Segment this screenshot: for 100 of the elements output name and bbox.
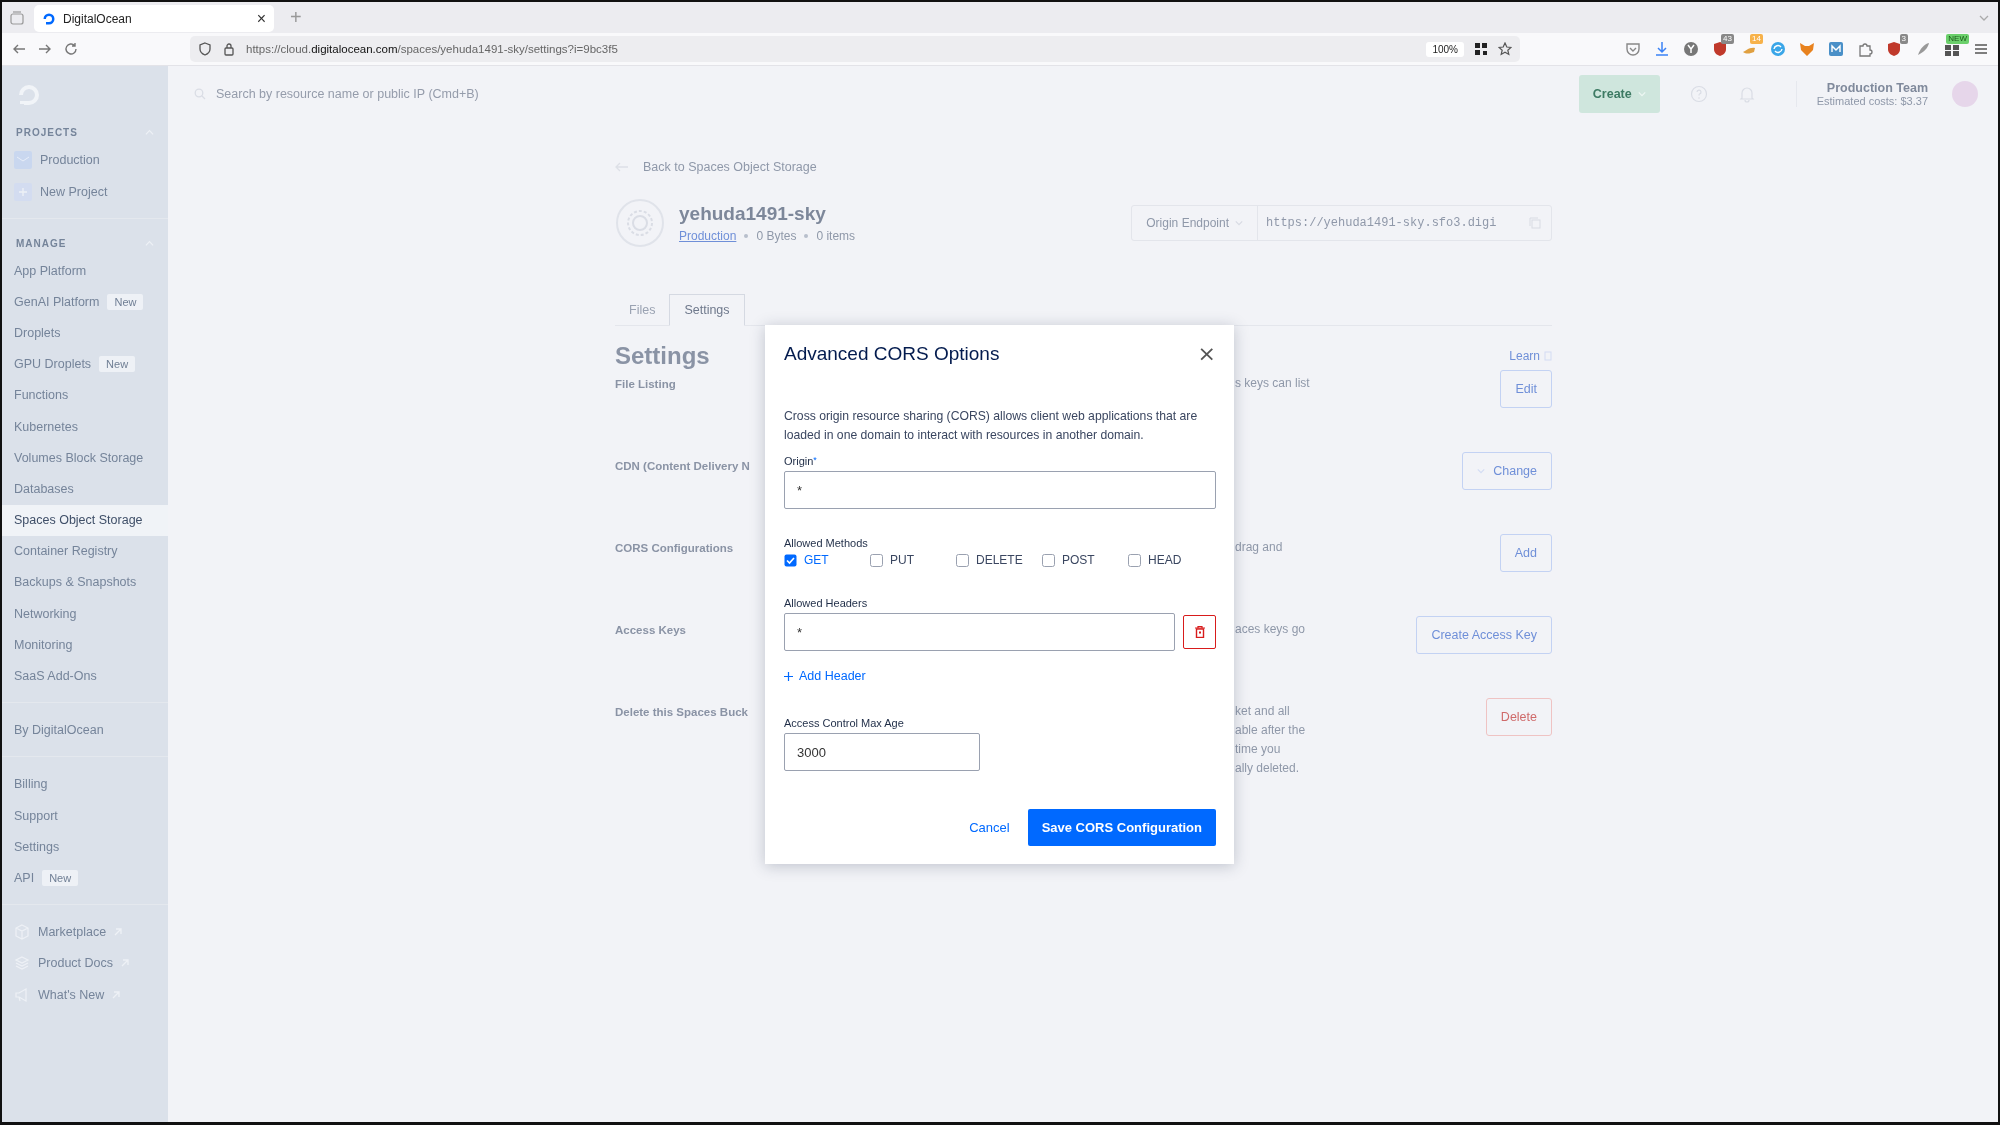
- count-badge: 43: [1721, 34, 1734, 44]
- save-button[interactable]: Save CORS Configuration: [1027, 809, 1216, 846]
- endpoint-url: https://yehuda1491-sky.sfo3.digi: [1265, 215, 1498, 232]
- checkbox-label[interactable]: HEAD: [1148, 553, 1182, 567]
- checkbox[interactable]: [784, 553, 797, 567]
- nav-item[interactable]: Functions: [2, 379, 168, 411]
- puzzle-icon[interactable]: [1856, 40, 1874, 58]
- external-link[interactable]: What's New: [38, 987, 105, 1002]
- origin-input-field[interactable]: *: [784, 471, 1216, 509]
- delete-header-button[interactable]: [1183, 615, 1216, 649]
- setting-button[interactable]: Edit: [1500, 370, 1552, 408]
- favicon-icon: [42, 11, 56, 26]
- back-link[interactable]: Back to Spaces Object Storage: [643, 160, 817, 174]
- sync-icon[interactable]: [1769, 40, 1787, 58]
- setting-description: aces keys go: [1235, 621, 1307, 638]
- trash-icon: [1194, 626, 1205, 638]
- setting-button[interactable]: Change: [1462, 452, 1552, 490]
- pocket-icon[interactable]: [1624, 40, 1642, 58]
- checkbox[interactable]: [1042, 553, 1055, 567]
- zoom-level-button[interactable]: 100%: [1426, 41, 1464, 57]
- shield-icon: [198, 42, 212, 56]
- external-link[interactable]: Marketplace: [38, 925, 107, 940]
- caret-icon: [1477, 467, 1486, 475]
- nav-item[interactable]: Databases: [2, 473, 168, 505]
- cancel-button[interactable]: Cancel: [963, 814, 1016, 841]
- count-badge: NEW: [1946, 34, 1969, 44]
- external-link[interactable]: Product Docs: [38, 956, 114, 971]
- plus-icon: [784, 671, 793, 681]
- fox-icon[interactable]: [1798, 40, 1816, 58]
- checkbox-label[interactable]: POST: [1062, 553, 1095, 567]
- caret-icon: [1637, 90, 1646, 98]
- checkbox-label[interactable]: PUT: [890, 553, 914, 567]
- plus-icon: [14, 183, 32, 201]
- max-age-input-field[interactable]: 3000: [784, 733, 980, 771]
- download-icon[interactable]: [1653, 40, 1671, 58]
- checkbox-label[interactable]: GET: [804, 553, 829, 567]
- setting-description: ally deleted.: [1235, 760, 1301, 777]
- nav-item[interactable]: Networking: [2, 598, 168, 630]
- create-button[interactable]: Create: [1578, 75, 1660, 113]
- nav-item[interactable]: Billing: [14, 777, 48, 792]
- shield-icon[interactable]: [1711, 40, 1729, 58]
- dialog-title: Advanced CORS Options: [784, 343, 1000, 365]
- url-text: https://cloud.digitalocean.com/spaces/yehuda1491-sky/settings?i=9bc3f5: [246, 43, 619, 55]
- checkbox-label[interactable]: DELETE: [976, 553, 1023, 567]
- back-icon[interactable]: [12, 42, 26, 56]
- square-app-icon[interactable]: [1827, 40, 1845, 58]
- project-link[interactable]: Production: [40, 153, 100, 167]
- nav-item[interactable]: Container Registry: [2, 535, 168, 567]
- dialog-description: Cross origin resource sharing (CORS) allows client web applications that are loaded in one domain to interact with resources in another domain.: [784, 408, 1199, 444]
- nav-item[interactable]: Spaces Object Storage: [2, 504, 168, 536]
- count-badge: 3: [1899, 34, 1908, 44]
- add-header-link[interactable]: Add Header: [784, 669, 866, 683]
- setting-title: CDN (Content Delivery N: [615, 459, 750, 472]
- nav-item[interactable]: SaaS Add-Ons: [2, 660, 168, 692]
- nav-item[interactable]: Support: [14, 808, 58, 823]
- nav-item[interactable]: Volumes Block Storage: [2, 442, 168, 474]
- qr-code-icon[interactable]: [1474, 42, 1488, 56]
- project-link[interactable]: Production: [679, 229, 737, 243]
- checkbox[interactable]: [1128, 553, 1141, 567]
- close-button[interactable]: ×: [1197, 344, 1216, 364]
- setting-title: Delete this Spaces Buck: [615, 705, 748, 718]
- nav-item[interactable]: App Platform: [2, 255, 168, 287]
- tab[interactable]: Settings: [669, 294, 745, 326]
- new-tab-button[interactable]: +: [284, 5, 308, 30]
- endpoint-dropdown[interactable]: Origin Endpoint: [1132, 206, 1258, 240]
- setting-button[interactable]: Create Access Key: [1416, 616, 1552, 654]
- tab[interactable]: Files: [615, 294, 670, 325]
- nav-item[interactable]: GenAI Platform New: [2, 286, 168, 318]
- browser-tab[interactable]: DigitalOcean ×: [34, 5, 274, 32]
- setting-button[interactable]: Add: [1499, 534, 1552, 572]
- page-heading: Settings: [615, 342, 710, 370]
- setting-title: CORS Configurations: [615, 541, 734, 554]
- nav-item[interactable]: By DigitalOcean: [14, 723, 104, 738]
- checkbox[interactable]: [870, 553, 883, 567]
- learn-link[interactable]: Learn: [1509, 349, 1540, 363]
- shield-icon[interactable]: [1885, 40, 1903, 58]
- project-link[interactable]: New Project: [40, 185, 108, 199]
- team-name[interactable]: Production Team: [1826, 81, 1928, 95]
- checkbox[interactable]: [956, 553, 969, 567]
- letter-circle-icon[interactable]: [1682, 40, 1700, 58]
- nav-item[interactable]: Droplets: [2, 317, 168, 349]
- nav-item[interactable]: Kubernetes: [2, 410, 168, 443]
- nav-item[interactable]: API: [14, 870, 35, 885]
- setting-button[interactable]: Delete: [1485, 698, 1552, 736]
- forward-icon[interactable]: [38, 42, 52, 56]
- required-mark: *: [813, 455, 817, 465]
- count-badge: 14: [1750, 34, 1763, 44]
- nav-item[interactable]: Backups & Snapshots: [2, 566, 168, 599]
- bucket-name: yehuda1491-sky: [679, 203, 827, 225]
- search-field[interactable]: Search by resource name or public IP (Cmd+B): [214, 86, 718, 102]
- nav-item[interactable]: Monitoring: [2, 629, 168, 661]
- header-input-field[interactable]: *: [784, 613, 1175, 651]
- field-label: Origin: [784, 455, 814, 467]
- bookmark-star-icon[interactable]: [1498, 42, 1512, 56]
- tab-list-icon[interactable]: [10, 10, 24, 25]
- nav-item[interactable]: GPU Droplets New: [2, 348, 168, 380]
- address-bar[interactable]: https://cloud.digitalocean.com/spaces/yehuda1491-sky/settings?i=9bc3f5 100%: [190, 36, 1520, 62]
- nav-item[interactable]: Settings: [14, 839, 60, 854]
- new-badge: New: [99, 356, 136, 373]
- reload-icon[interactable]: [64, 42, 78, 56]
